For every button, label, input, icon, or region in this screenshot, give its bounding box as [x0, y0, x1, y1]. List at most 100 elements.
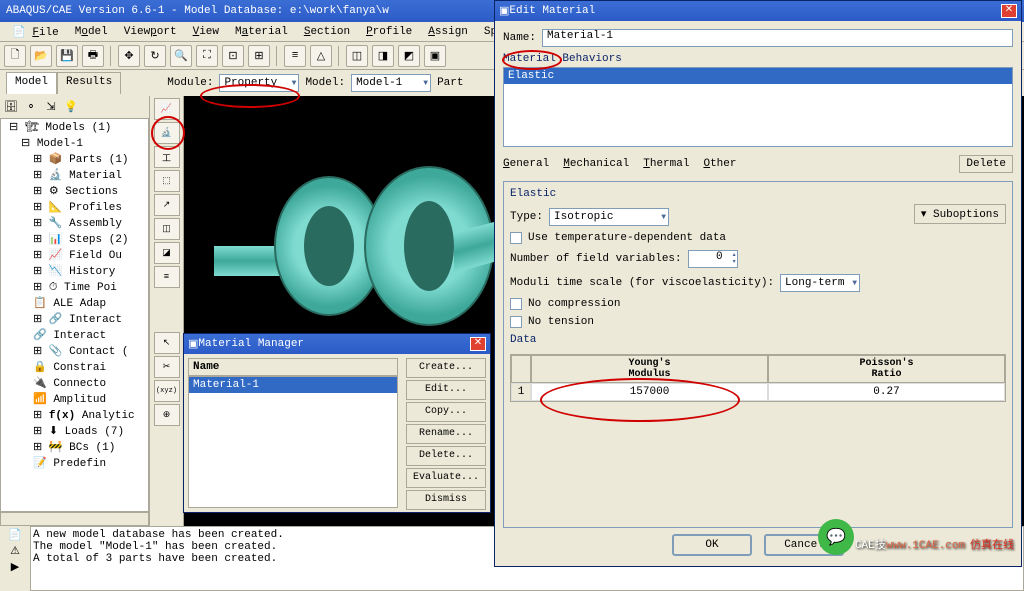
tree-item[interactable]: ⊞ 📦 Parts (1) — [1, 151, 148, 167]
tempdep-checkbox[interactable] — [510, 232, 522, 244]
close-icon[interactable]: ✕ — [1001, 4, 1017, 18]
tree-item[interactable]: ⊞ 🔧 Assembly — [1, 215, 148, 231]
tool-create-material-icon[interactable]: 📈 — [154, 98, 180, 120]
tree-item[interactable]: ⊞ ⬇ Loads (7) — [1, 423, 148, 439]
name-field[interactable]: Material-1 — [542, 29, 1013, 47]
msg-cmd-icon[interactable]: ▶ — [11, 560, 19, 574]
msg-info-icon[interactable]: 📄 — [8, 528, 22, 542]
menu-material[interactable]: Material — [227, 26, 296, 38]
matmgr-row[interactable]: Material-1 — [189, 377, 397, 393]
tool-orientation-icon[interactable]: ↗ — [154, 194, 180, 216]
iso2-icon[interactable]: ◨ — [372, 45, 394, 67]
tree-item[interactable]: ⊞ ⚙ Sections — [1, 183, 148, 199]
iso1-icon[interactable]: ◫ — [346, 45, 368, 67]
model-tree[interactable]: ⊟ 🏗 Models (1) ⊟ Model-1 ⊞ 📦 Parts (1) ⊞… — [0, 118, 149, 512]
tree-filter-icon[interactable]: ⚬ — [22, 98, 40, 116]
tool-rebar-icon[interactable]: ≡ — [154, 266, 180, 288]
tool-stringer-icon[interactable]: ◪ — [154, 242, 180, 264]
tab-general[interactable]: General — [503, 158, 549, 170]
zoombox-icon[interactable]: ⛶ — [196, 45, 218, 67]
tab-model[interactable]: Model — [6, 72, 57, 94]
tool-skin-icon[interactable]: ◫ — [154, 218, 180, 240]
new-icon[interactable]: 🗋 — [4, 45, 26, 67]
menu-profile[interactable]: Profile — [358, 26, 420, 38]
tree-item[interactable]: ⊞ f(x) Analytic — [1, 407, 148, 423]
delete-button[interactable]: Delete... — [406, 446, 486, 466]
delete-behavior-button[interactable]: Delete — [959, 155, 1013, 173]
tree-expand-icon[interactable]: ⇲ — [42, 98, 60, 116]
view1-icon[interactable]: ≡ — [284, 45, 306, 67]
rename-button[interactable]: Rename... — [406, 424, 486, 444]
tree-item[interactable]: 🔌 Connecto — [1, 375, 148, 391]
model-combo[interactable]: Model-1 — [351, 74, 431, 92]
tree-hscroll[interactable] — [0, 512, 149, 526]
tree-root[interactable]: ⊟ 🏗 Models (1) — [1, 119, 148, 135]
edit-button[interactable]: Edit... — [406, 380, 486, 400]
tab-other[interactable]: Other — [703, 158, 736, 170]
suboptions-button[interactable]: ▾ Suboptions — [914, 204, 1006, 224]
menu-view[interactable]: View — [185, 26, 227, 38]
msg-warn-icon[interactable]: ⚠ — [10, 544, 20, 558]
tree-model1[interactable]: ⊟ Model-1 — [1, 135, 148, 151]
view2-icon[interactable]: △ — [310, 45, 332, 67]
tree-tip-icon[interactable]: 💡 — [62, 98, 80, 116]
menu-assign[interactable]: Assign — [420, 26, 476, 38]
tree-item[interactable]: ⊞ 📎 Contact ( — [1, 343, 148, 359]
type-combo[interactable]: Isotropic — [549, 208, 669, 226]
tool-datum-icon[interactable]: ↖ — [154, 332, 180, 354]
tab-mechanical[interactable]: Mechanical — [563, 158, 629, 170]
dismiss-button[interactable]: Dismiss — [406, 490, 486, 510]
tree-item[interactable]: 🔗 Interact — [1, 327, 148, 343]
matmgr-list[interactable]: Material-1 — [188, 376, 398, 508]
nfv-spinner[interactable]: 0 — [688, 250, 738, 268]
tab-results[interactable]: Results — [57, 72, 121, 94]
tree-item[interactable]: 🔒 Constrai — [1, 359, 148, 375]
behavior-row[interactable]: Elastic — [504, 68, 1012, 84]
zoom-icon[interactable]: 🔍 — [170, 45, 192, 67]
tree-item[interactable]: 📶 Amplitud — [1, 391, 148, 407]
tool-section-icon[interactable]: 🔬 — [154, 122, 180, 144]
ok-button[interactable]: OK — [672, 534, 752, 556]
iso3-icon[interactable]: ◩ — [398, 45, 420, 67]
print-icon[interactable]: 🖶 — [82, 45, 104, 67]
menu-model[interactable]: Model — [67, 26, 116, 38]
autofit-icon[interactable]: ⊞ — [248, 45, 270, 67]
evaluate-button[interactable]: Evaluate... — [406, 468, 486, 488]
tree-item[interactable]: ⊞ ⏱ Time Poi — [1, 279, 148, 295]
module-combo[interactable]: Property — [219, 74, 299, 92]
save-icon[interactable]: 💾 — [56, 45, 78, 67]
noten-checkbox[interactable] — [510, 316, 522, 328]
open-icon[interactable]: 📂 — [30, 45, 52, 67]
mts-combo[interactable]: Long-term — [780, 274, 860, 292]
copy-button[interactable]: Copy... — [406, 402, 486, 422]
rotate-icon[interactable]: ↻ — [144, 45, 166, 67]
menu-viewport[interactable]: Viewport — [116, 26, 185, 38]
tree-item[interactable]: ⊞ 🔗 Interact — [1, 311, 148, 327]
iso4-icon[interactable]: ▣ — [424, 45, 446, 67]
tree-item[interactable]: ⊞ 📉 History — [1, 263, 148, 279]
data-table[interactable]: Young'sModulus Poisson'sRatio 1 157000 0… — [510, 354, 1006, 402]
create-button[interactable]: Create... — [406, 358, 486, 378]
tree-item[interactable]: ⊞ 🚧 BCs (1) — [1, 439, 148, 455]
nocomp-checkbox[interactable] — [510, 298, 522, 310]
tree-item[interactable]: ⊞ 📈 Field Ou — [1, 247, 148, 263]
tab-thermal[interactable]: Thermal — [643, 158, 689, 170]
tree-item[interactable]: ⊞ 📐 Profiles — [1, 199, 148, 215]
tool-xyz-icon[interactable]: (xyz) — [154, 380, 180, 402]
tree-item[interactable]: 📝 Predefin — [1, 455, 148, 471]
pan-icon[interactable]: ✥ — [118, 45, 140, 67]
tool-profile-icon[interactable]: ⬚ — [154, 170, 180, 192]
tree-item[interactable]: 📋 ALE Adap — [1, 295, 148, 311]
tool-partition-icon[interactable]: ✂ — [154, 356, 180, 378]
behaviors-list[interactable]: Elastic — [503, 67, 1013, 147]
tree-item[interactable]: ⊞ 🔬 Material — [1, 167, 148, 183]
matmgr-titlebar[interactable]: ▣ Material Manager ✕ — [184, 334, 490, 354]
editmat-titlebar[interactable]: ▣ Edit Material ✕ — [495, 1, 1021, 21]
fit-icon[interactable]: ⊡ — [222, 45, 244, 67]
tool-assign-icon[interactable]: 工 — [154, 146, 180, 168]
close-icon[interactable]: ✕ — [470, 337, 486, 351]
menu-section[interactable]: Section — [296, 26, 358, 38]
cell-poisson[interactable]: 0.27 — [768, 383, 1005, 401]
tree-item[interactable]: ⊞ 📊 Steps (2) — [1, 231, 148, 247]
cell-youngs[interactable]: 157000 — [531, 383, 768, 401]
